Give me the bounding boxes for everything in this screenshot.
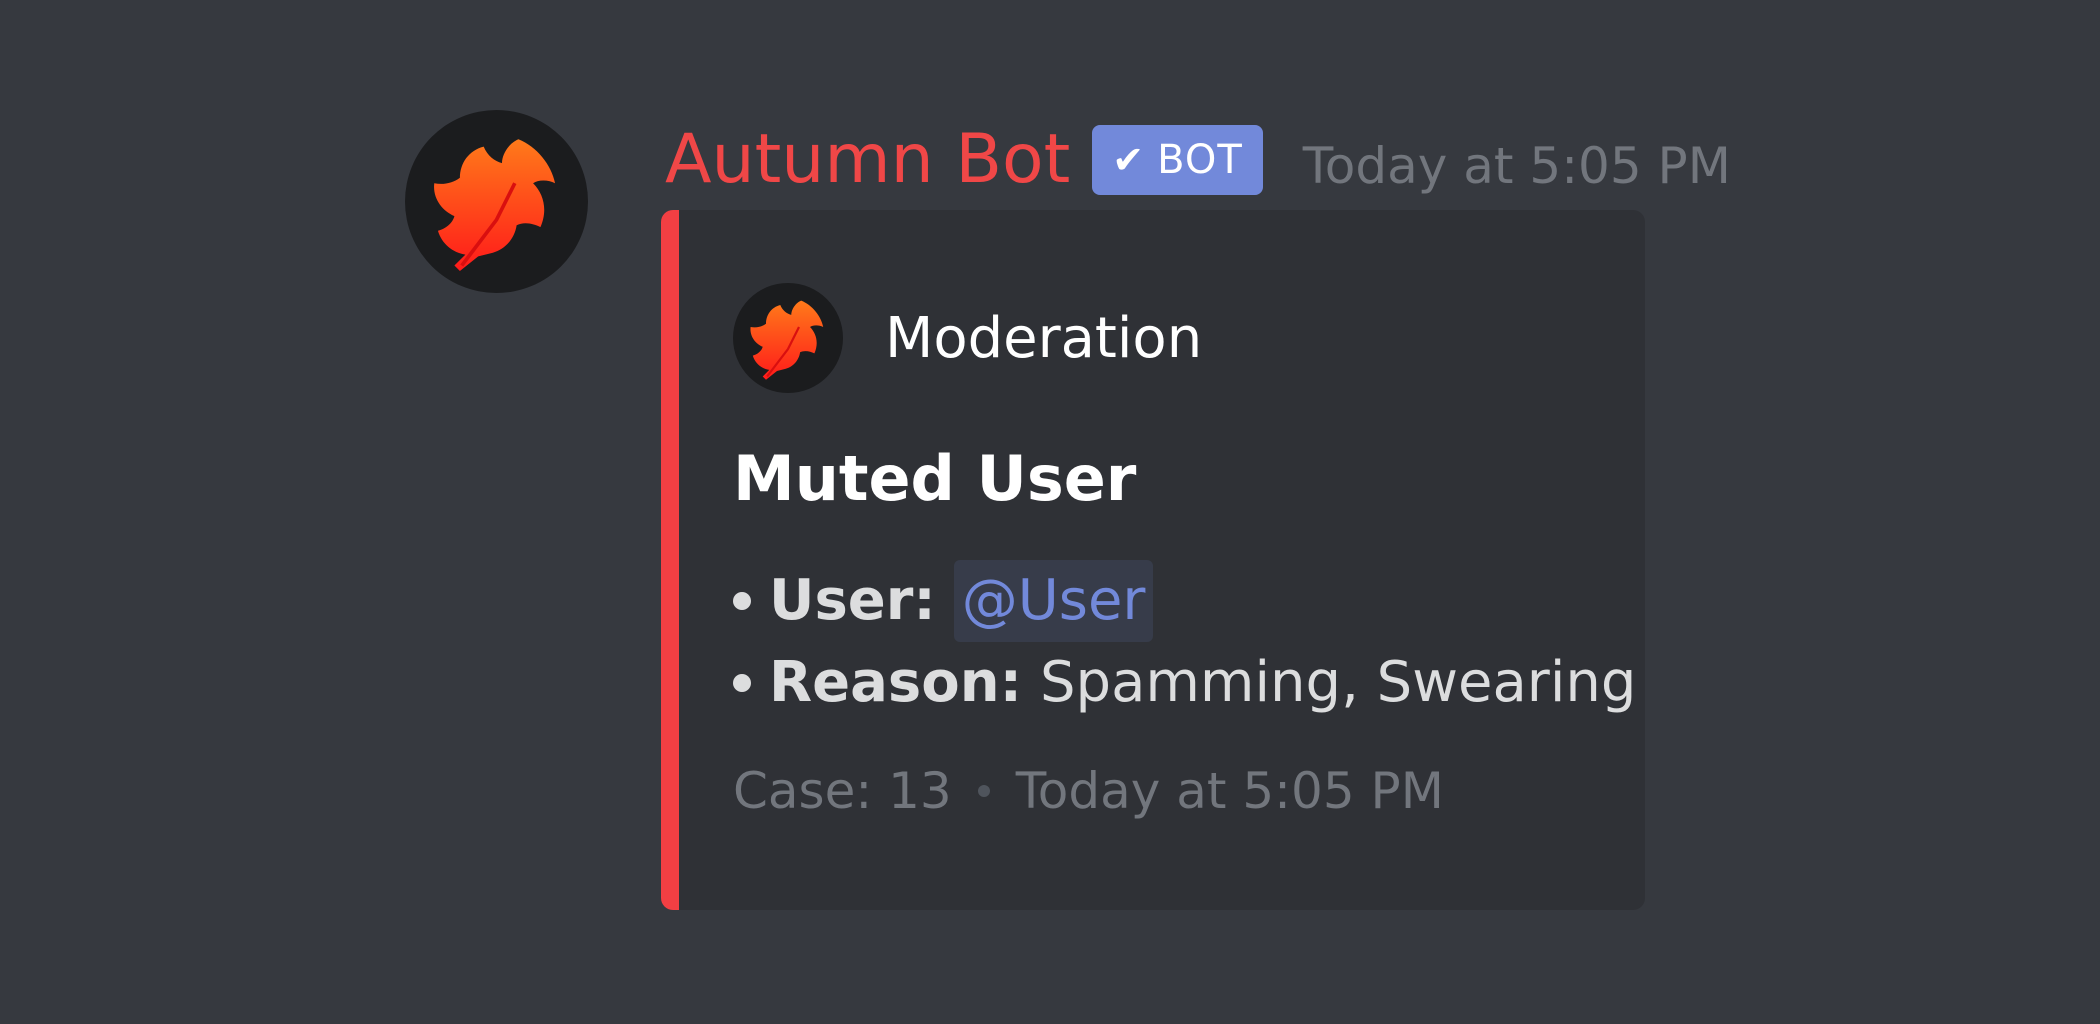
embed-fields: User: @User Reason: Spamming, Swearing: [733, 560, 1636, 724]
message-header: Autumn Bot ✔ BOT Today at 5:05 PM: [665, 110, 1731, 210]
chat-message: Autumn Bot ✔ BOT Today at 5:05 PM Modera…: [405, 110, 1731, 920]
message-timestamp[interactable]: Today at 5:05 PM: [1303, 109, 1731, 211]
embed-footer: Case: 13 Today at 5:05 PM: [733, 762, 1444, 820]
field-reason: Reason: Spamming, Swearing: [733, 642, 1636, 724]
chat-stage: Autumn Bot ✔ BOT Today at 5:05 PM Modera…: [0, 0, 2100, 1024]
embed-author-avatar: [733, 283, 843, 393]
field-label: User:: [769, 568, 936, 633]
moderation-embed: Moderation Muted User User: @User Reason…: [661, 210, 1645, 910]
maple-leaf-icon: [434, 139, 556, 272]
bot-tag-label: BOT: [1157, 137, 1243, 183]
maple-leaf-icon: [750, 300, 824, 380]
author-username[interactable]: Autumn Bot: [665, 115, 1070, 205]
field-value: Spamming, Swearing: [1039, 650, 1637, 715]
bullet-icon: [733, 592, 751, 610]
footer-timestamp: Today at 5:05 PM: [1015, 762, 1444, 820]
user-mention[interactable]: @User: [953, 560, 1154, 642]
footer-case: Case: 13: [733, 762, 952, 820]
bullet-icon: [733, 674, 751, 692]
verified-check-icon: ✔: [1112, 138, 1146, 182]
embed-title: Muted User: [733, 442, 1137, 515]
footer-separator-dot: [977, 785, 990, 797]
bot-tag: ✔ BOT: [1092, 125, 1263, 195]
autumn-bot-avatar[interactable]: [405, 110, 588, 293]
embed-author-name: Moderation: [885, 305, 1203, 371]
embed-author: Moderation: [733, 282, 1202, 394]
field-label: Reason:: [769, 650, 1022, 715]
field-user: User: @User: [733, 560, 1636, 642]
